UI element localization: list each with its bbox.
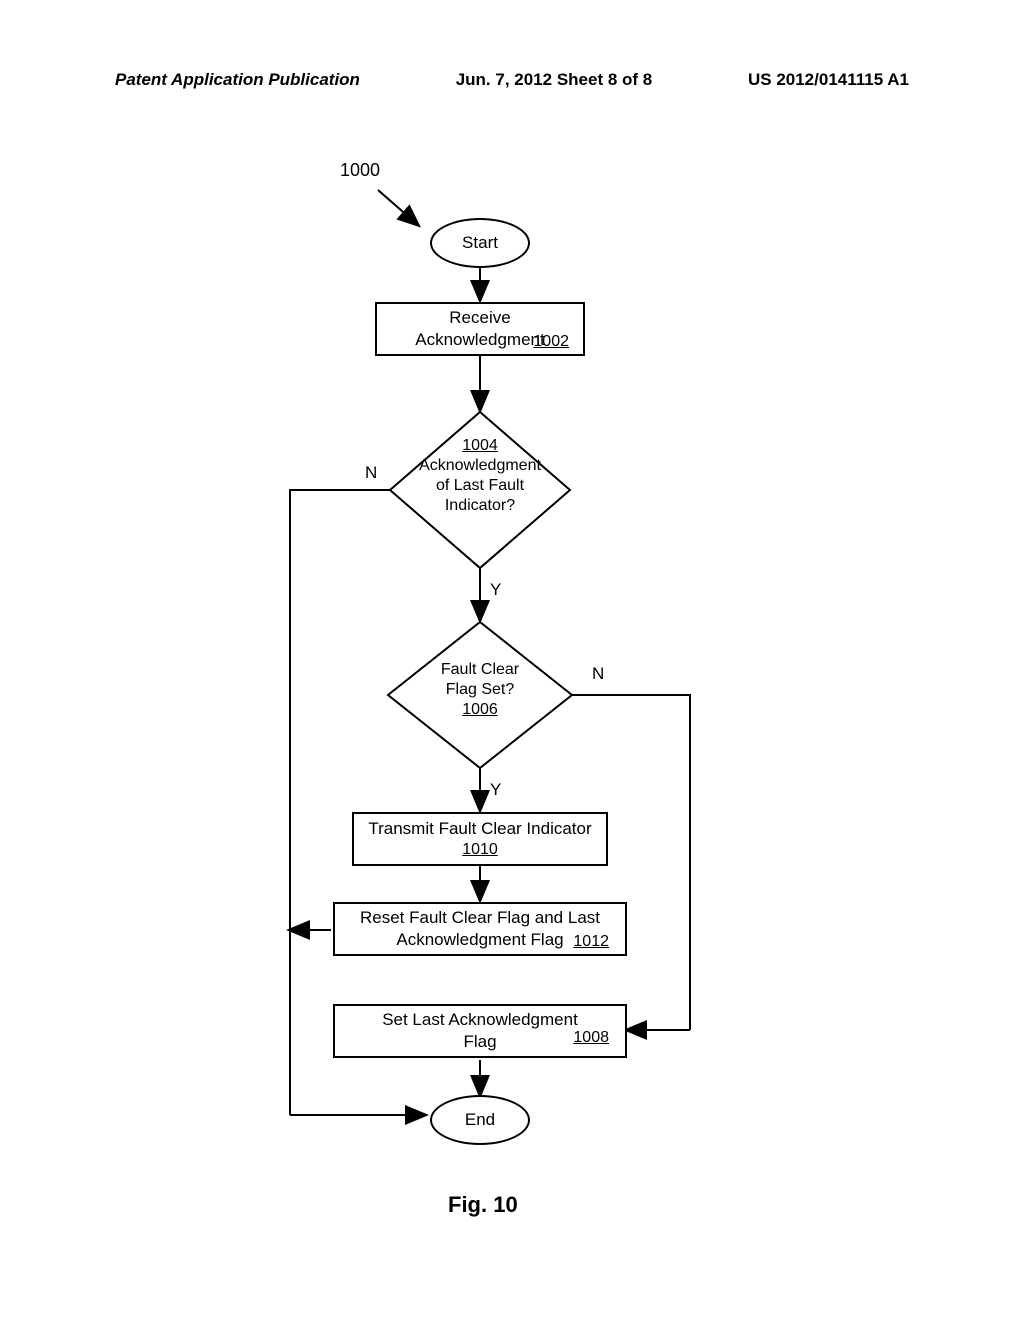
- process-1010: Transmit Fault Clear Indicator 1010: [352, 812, 608, 866]
- edge-label-1004-no: N: [365, 463, 377, 483]
- terminator-start: Start: [430, 218, 530, 268]
- edge-label-1006-yes: Y: [490, 780, 501, 800]
- decision-1004-ref: 1004: [410, 436, 550, 456]
- decision-1006: Fault Clear Flag Set? 1006: [423, 660, 537, 720]
- decision-1004: 1004 Acknowledgment of Last Fault Indica…: [410, 436, 550, 516]
- terminator-end: End: [430, 1095, 530, 1145]
- process-1010-text: Transmit Fault Clear Indicator: [364, 818, 596, 840]
- decision-1004-text: Acknowledgment of Last Fault Indicator?: [410, 456, 550, 516]
- process-1012: Reset Fault Clear Flag and Last Acknowle…: [333, 902, 627, 956]
- edge-label-1004-yes: Y: [490, 580, 501, 600]
- process-1002: Receive Acknowledgment 1002: [375, 302, 585, 356]
- edge-label-1006-no: N: [592, 664, 604, 684]
- terminator-end-label: End: [465, 1109, 495, 1131]
- process-1008-ref: 1008: [573, 1028, 609, 1049]
- decision-1006-text: Fault Clear Flag Set?: [423, 660, 537, 700]
- process-1002-ref: 1002: [533, 332, 569, 353]
- process-1008: Set Last Acknowledgment Flag 1008: [333, 1004, 627, 1058]
- process-1012-ref: 1012: [573, 932, 609, 953]
- terminator-start-label: Start: [462, 232, 498, 254]
- process-1010-ref: 1010: [364, 840, 596, 861]
- flowchart-ref-callout: 1000: [340, 160, 380, 181]
- decision-1006-ref: 1006: [423, 700, 537, 720]
- figure-caption: Fig. 10: [448, 1192, 518, 1218]
